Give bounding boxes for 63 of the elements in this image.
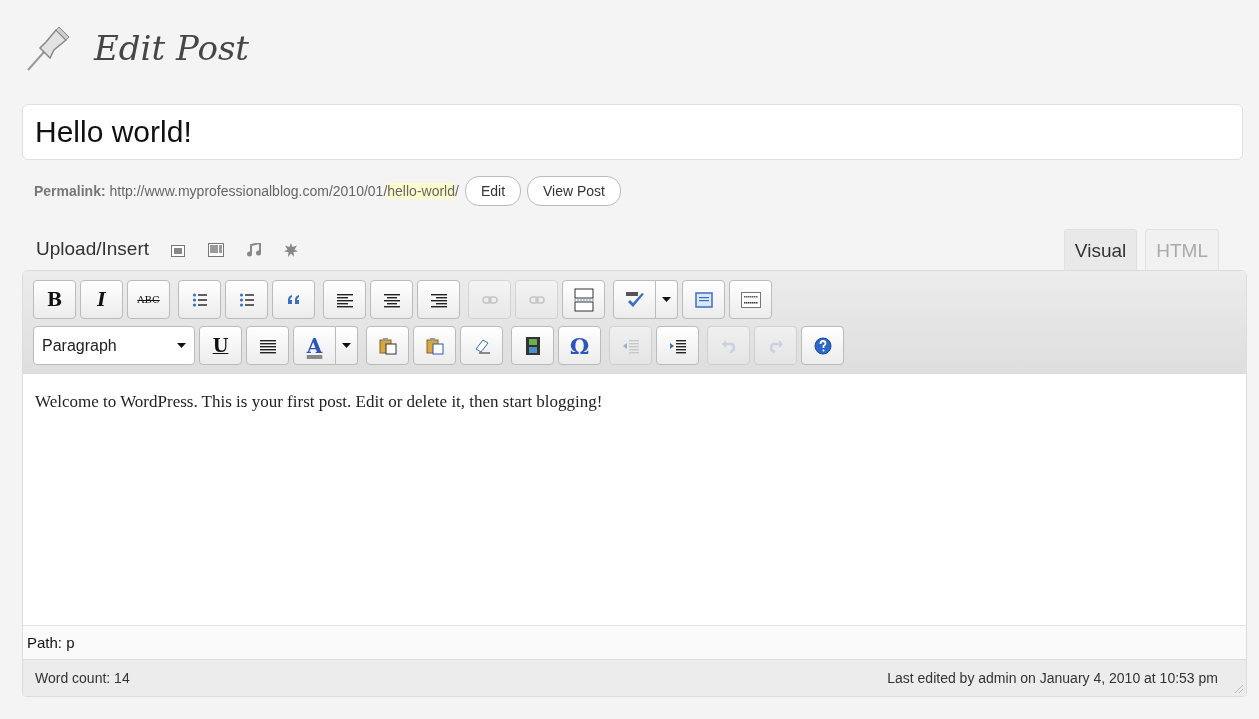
caret-icon xyxy=(177,343,186,348)
star-burst-icon[interactable] xyxy=(284,243,298,257)
dropdown-button[interactable] xyxy=(336,326,358,365)
caret-icon xyxy=(342,343,351,348)
indent-icon xyxy=(669,337,686,354)
image-upload-icon[interactable] xyxy=(171,245,185,257)
music-note-icon[interactable] xyxy=(247,243,261,257)
resize-grip-icon[interactable] xyxy=(1232,682,1244,694)
pushpin-icon xyxy=(26,24,72,72)
quote-button[interactable] xyxy=(272,280,315,319)
film-button[interactable] xyxy=(511,326,554,365)
paste-word-icon xyxy=(425,336,444,355)
element-path: Path: p xyxy=(27,634,75,651)
permalink-button[interactable]: Edit xyxy=(464,176,521,206)
fullscreen-icon xyxy=(694,291,713,308)
align-center-button[interactable] xyxy=(370,280,413,319)
bulleted-list-icon xyxy=(191,291,208,308)
spellcheck-button[interactable] xyxy=(613,280,656,319)
video-upload-icon[interactable] xyxy=(208,243,224,257)
paste-text-button[interactable] xyxy=(366,326,409,365)
undo-icon xyxy=(721,338,736,353)
omega-button[interactable]: Ω xyxy=(558,326,601,365)
dropdown-button[interactable] xyxy=(656,280,678,319)
indent-button[interactable] xyxy=(656,326,699,365)
justify-button[interactable] xyxy=(246,326,289,365)
bullets-button[interactable] xyxy=(178,280,221,319)
outdent-icon xyxy=(622,337,639,354)
caret-icon xyxy=(662,297,671,302)
text-color-button[interactable]: A xyxy=(293,326,336,365)
align-right-icon xyxy=(430,291,447,308)
kitchen-button[interactable] xyxy=(729,280,772,319)
permalink-text: Permalink: http://www.myprofessionalblog.com/2010/01/hello-world/ xyxy=(34,183,459,199)
format-select[interactable]: Paragraph xyxy=(33,326,195,365)
title-field[interactable]: Hello world! xyxy=(22,104,1243,160)
help-icon xyxy=(813,336,832,355)
strike-button[interactable]: ABC xyxy=(127,280,170,319)
align-right-button[interactable] xyxy=(417,280,460,319)
spellcheck-icon xyxy=(623,290,646,309)
film-icon xyxy=(525,336,540,355)
italic-button[interactable]: I xyxy=(80,280,123,319)
toolbar-toggle-icon xyxy=(740,291,761,308)
redo-icon xyxy=(768,338,783,353)
align-left-icon xyxy=(336,291,353,308)
align-left-button[interactable] xyxy=(323,280,366,319)
numbered-list-icon xyxy=(238,291,255,308)
underline-button[interactable]: U xyxy=(199,326,242,365)
upload-insert-label: Upload/Insert xyxy=(36,238,149,261)
page-title: Edit Post xyxy=(94,28,249,68)
permalink-button[interactable]: View Post xyxy=(527,176,621,206)
word-count: Word count: 14 xyxy=(35,670,130,686)
paste-text-icon xyxy=(378,336,397,355)
post-content: Welcome to WordPress. This is your first post. Edit or delete it, then start blogging! xyxy=(35,392,604,412)
numbers-button[interactable] xyxy=(225,280,268,319)
page-break-icon xyxy=(573,287,594,312)
bold-button[interactable]: B xyxy=(33,280,76,319)
eraser-button[interactable] xyxy=(460,326,503,365)
help-button[interactable] xyxy=(801,326,844,365)
align-center-icon xyxy=(383,291,400,308)
more-button[interactable] xyxy=(562,280,605,319)
editor-tab[interactable]: Visual xyxy=(1063,229,1138,270)
justify-icon xyxy=(259,337,276,354)
paste-word-button[interactable] xyxy=(413,326,456,365)
last-edited-text: Last edited by admin on January 4, 2010 at 10:53 pm xyxy=(887,670,1218,686)
